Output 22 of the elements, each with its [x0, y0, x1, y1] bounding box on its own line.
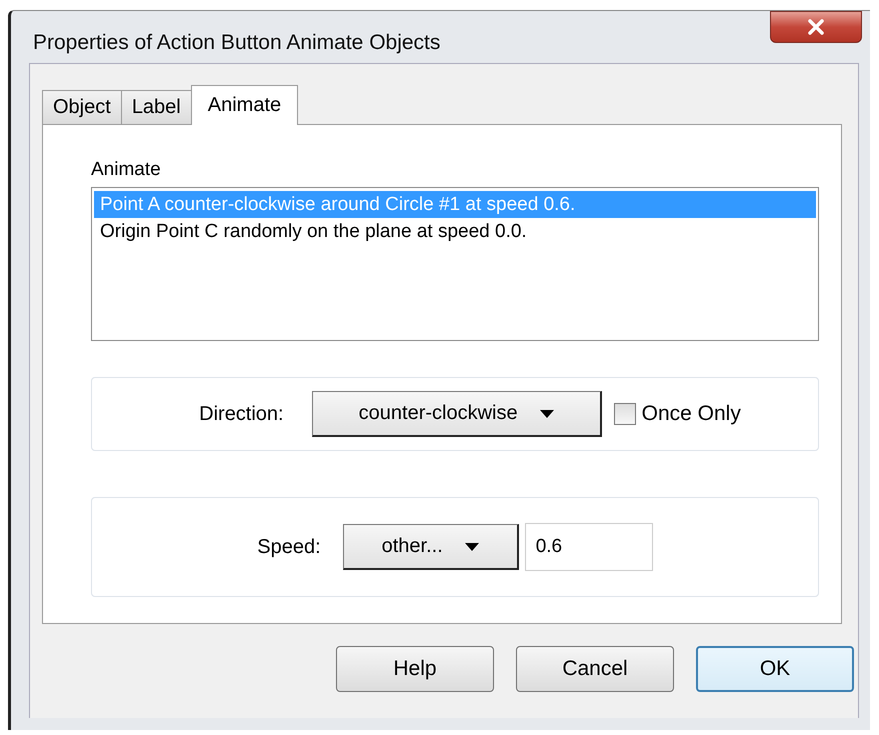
- window-title: Properties of Action Button Animate Objects: [33, 31, 440, 55]
- dialog-button[interactable]: Cancel: [516, 646, 674, 692]
- dialog-button[interactable]: Help: [336, 646, 494, 692]
- speed-label: Speed:: [257, 536, 321, 558]
- list-item[interactable]: Origin Point C randomly on the plane at speed 0.0.: [94, 218, 816, 245]
- checkbox[interactable]: [614, 403, 636, 425]
- tab[interactable]: Object: [42, 90, 122, 124]
- tab[interactable]: Label: [120, 90, 192, 124]
- close-icon: [807, 19, 825, 35]
- direction-dropdown[interactable]: counter-clockwise: [312, 391, 602, 437]
- caret-icon: [540, 410, 554, 418]
- speed-field[interactable]: 0.6: [524, 523, 653, 571]
- dialog-button[interactable]: OK: [696, 646, 854, 692]
- direction-label: Direction:: [199, 402, 284, 426]
- tab[interactable]: Animate: [190, 85, 298, 125]
- once-only-checkbox[interactable]: Once Only: [614, 402, 741, 426]
- animate-label: Animate: [91, 159, 162, 181]
- speed-dropdown[interactable]: other...: [342, 524, 519, 570]
- checkbox-label: Once Only: [642, 402, 741, 426]
- animation-list[interactable]: Point A counter-clockwise around Circle #1 at speed 0.6. Origin Point C randomly on the plane at speed 0.0.: [91, 187, 819, 341]
- caret-icon: [464, 542, 479, 550]
- close-button[interactable]: [770, 11, 862, 43]
